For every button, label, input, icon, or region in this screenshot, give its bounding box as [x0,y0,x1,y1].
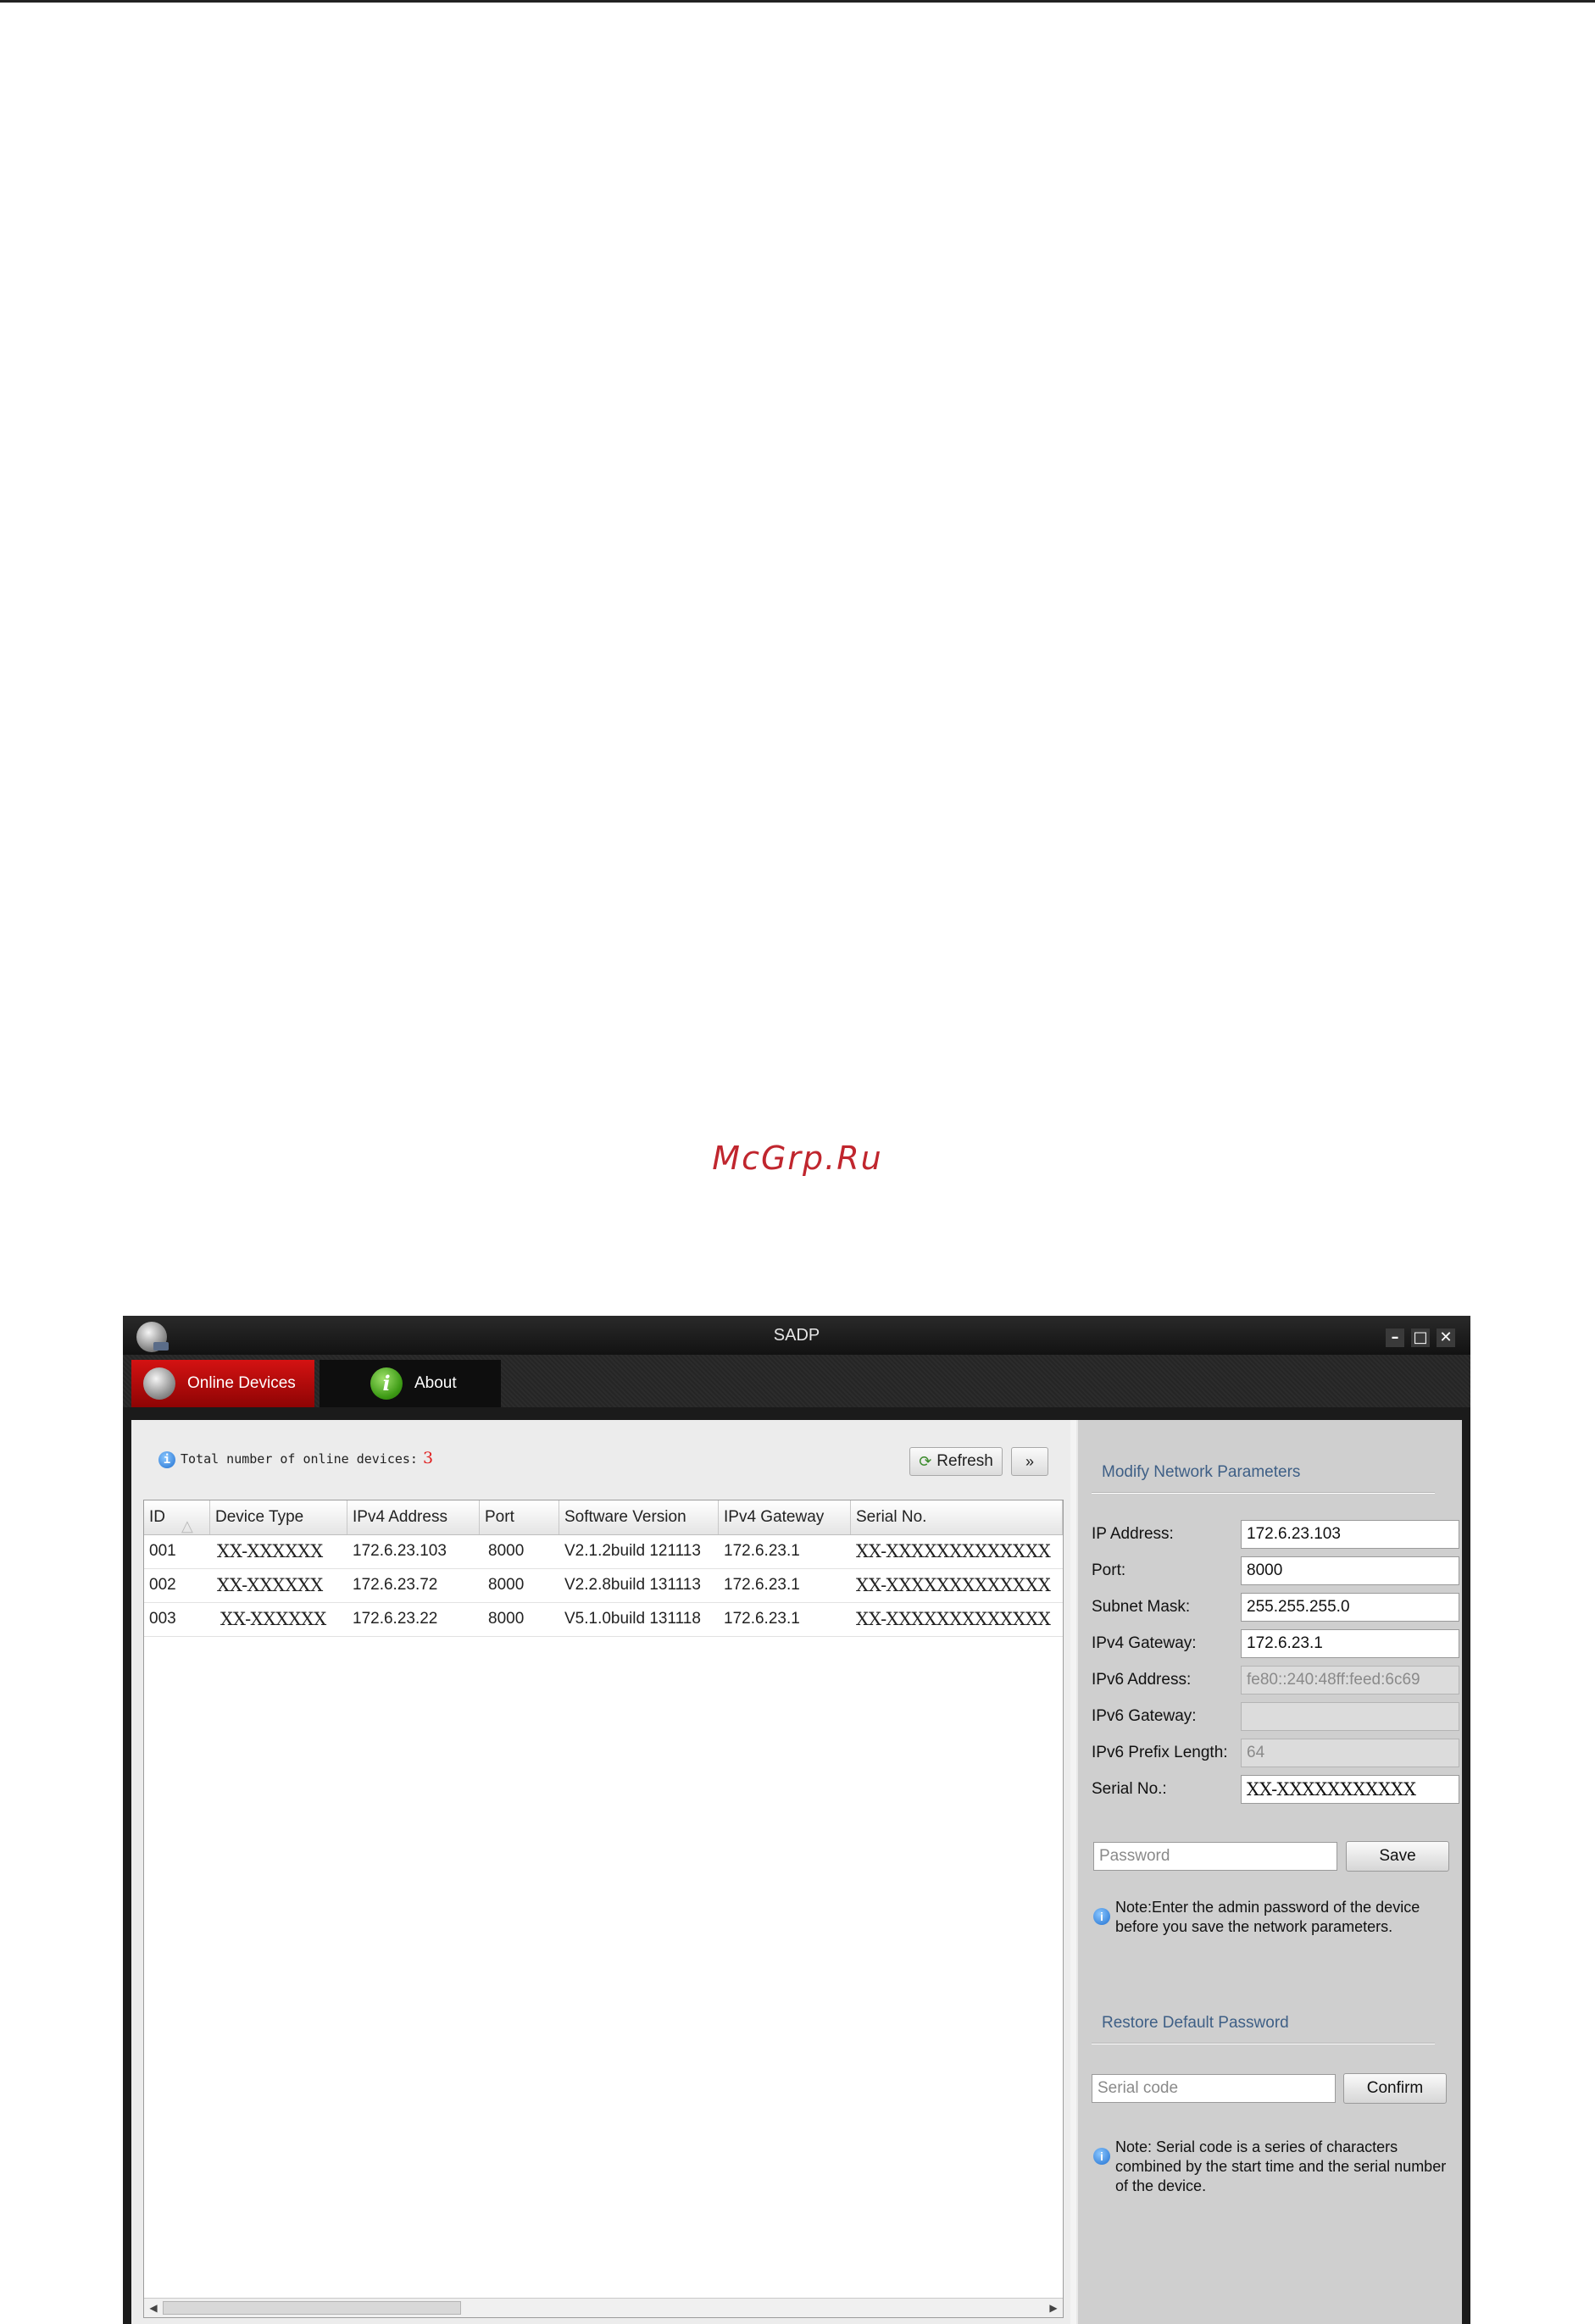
maximize-button[interactable]: □ [1411,1328,1430,1347]
window-title: SADP [773,1326,820,1345]
watermark: McGrp.Ru [712,1140,883,1177]
title-bar[interactable]: SADP – □ ✕ [123,1316,1470,1355]
save-button[interactable]: Save [1346,1841,1449,1872]
horizontal-scrollbar[interactable]: ◀ ▶ [144,2298,1063,2317]
cell-software-version: V2.1.2build 121113 [564,1542,701,1560]
window-controls: – □ ✕ [1386,1328,1455,1347]
cell-id: 002 [149,1576,176,1594]
subnet-mask-label: Subnet Mask: [1092,1598,1191,1616]
ipv4-gateway-label: IPv4 Gateway: [1092,1634,1197,1652]
ipv6-address-label: IPv6 Address: [1092,1671,1192,1689]
tab-online-devices[interactable]: Online Devices [131,1360,314,1407]
cell-port: 8000 [488,1542,525,1560]
serial-no-field[interactable]: XX-XXXXXXXXXXX [1241,1775,1459,1804]
tab-bar: Online Devices i About [123,1355,1470,1407]
online-device-count: i Total number of online devices: 3 [158,1449,433,1468]
port-field[interactable]: 8000 [1241,1556,1459,1585]
tab-about-label: About [414,1374,457,1392]
cell-ipv4-gateway: 172.6.23.1 [724,1610,800,1628]
table-row[interactable]: 002 XX-XXXXXX 172.6.23.72 8000 V2.2.8bui… [144,1568,1063,1603]
cell-device-type: XX-XXXXXX [220,1609,327,1629]
cell-serial-no: XX-XXXXXXXXXXXXX [856,1541,1051,1561]
modify-network-title: Modify Network Parameters [1102,1463,1301,1481]
info-icon: i [158,1450,175,1468]
ipv6-prefix-length-field: 64 [1241,1739,1459,1767]
expand-button[interactable]: » [1011,1447,1048,1476]
minimize-button[interactable]: – [1386,1328,1404,1347]
cell-ipv4-gateway: 172.6.23.1 [724,1542,800,1560]
refresh-button[interactable]: ⟳ Refresh [909,1447,1003,1476]
tab-about[interactable]: i About [320,1360,501,1407]
device-table: ID △ Device Type IPv4 Address Port Softw… [143,1500,1064,2318]
page-top-rule [0,0,1595,3]
network-parameters-pane: Modify Network Parameters IP Address: 17… [1076,1420,1462,2324]
online-devices-icon [143,1367,175,1400]
column-header-label: ID [149,1508,165,1526]
sadp-window: SADP – □ ✕ Online Devices i About i Total… [123,1316,1470,2324]
table-header: ID △ Device Type IPv4 Address Port Softw… [144,1500,1063,1535]
ip-address-field[interactable]: 172.6.23.103 [1241,1520,1459,1549]
ipv6-gateway-label: IPv6 Gateway: [1092,1707,1197,1725]
refresh-label: Refresh [936,1452,993,1470]
ipv6-prefix-length-label: IPv6 Prefix Length: [1092,1744,1228,1761]
subnet-mask-field[interactable]: 255.255.255.0 [1241,1593,1459,1622]
cell-serial-no: XX-XXXXXXXXXXXXX [856,1609,1051,1629]
main-content: i Total number of online devices: 3 ⟳ Refr… [131,1420,1462,2324]
confirm-button[interactable]: Confirm [1343,2073,1447,2104]
about-info-icon: i [370,1367,403,1400]
cell-device-type: XX-XXXXXX [217,1541,324,1561]
cell-id: 001 [149,1542,176,1560]
cell-device-type: XX-XXXXXX [217,1575,324,1595]
serial-code-field[interactable]: Serial code [1092,2074,1336,2103]
ipv6-address-field: fe80::240:48ff:feed:6c69 [1241,1666,1459,1694]
serial-no-label: Serial No.: [1092,1780,1167,1798]
serial-code-note: i Note: Serial code is a series of chara… [1093,2138,1458,2196]
ip-address-label: IP Address: [1092,1525,1174,1543]
scroll-left-arrow-icon[interactable]: ◀ [146,2300,161,2316]
tab-online-devices-label: Online Devices [187,1374,296,1392]
refresh-icon: ⟳ [919,1452,932,1470]
ipv6-gateway-field [1241,1702,1459,1731]
column-header-id[interactable]: ID △ [144,1500,210,1534]
cell-port: 8000 [488,1610,525,1628]
cell-id: 003 [149,1610,176,1628]
cell-serial-no: XX-XXXXXXXXXXXXX [856,1575,1051,1595]
password-note-text: Note:Enter the admin password of the dev… [1115,1899,1420,1935]
cell-port: 8000 [488,1576,525,1594]
cell-ipv4-address: 172.6.23.72 [353,1576,438,1594]
password-field[interactable]: Password [1093,1842,1337,1871]
column-header-serial-no[interactable]: Serial No. [851,1500,1063,1534]
cell-software-version: V2.2.8build 131113 [564,1576,701,1594]
scrollbar-thumb[interactable] [163,2301,461,2315]
port-label: Port: [1092,1561,1126,1579]
cell-software-version: V5.1.0build 131118 [564,1610,701,1628]
device-list-pane: i Total number of online devices: 3 ⟳ Refr… [131,1420,1070,2324]
restore-password-title: Restore Default Password [1102,2014,1289,2032]
divider [1092,2043,1435,2044]
info-icon: i [1093,2148,1110,2165]
password-note: i Note:Enter the admin password of the d… [1093,1898,1458,1937]
cell-ipv4-address: 172.6.23.103 [353,1542,447,1560]
close-button[interactable]: ✕ [1437,1328,1455,1347]
column-header-ipv4-address[interactable]: IPv4 Address [347,1500,480,1534]
scroll-right-arrow-icon[interactable]: ▶ [1046,2300,1061,2316]
total-label: Total number of online devices: [181,1451,418,1467]
column-header-ipv4-gateway[interactable]: IPv4 Gateway [719,1500,851,1534]
divider [1092,1492,1435,1494]
cell-ipv4-gateway: 172.6.23.1 [724,1576,800,1594]
column-header-device-type[interactable]: Device Type [210,1500,347,1534]
table-row[interactable]: 001 XX-XXXXXX 172.6.23.103 8000 V2.1.2bu… [144,1534,1063,1569]
ipv4-gateway-field[interactable]: 172.6.23.1 [1241,1629,1459,1658]
table-row[interactable]: 003 XX-XXXXXX 172.6.23.22 8000 V5.1.0bui… [144,1602,1063,1637]
info-icon: i [1093,1908,1110,1925]
serial-code-note-text: Note: Serial code is a series of charact… [1115,2138,1447,2194]
total-count: 3 [422,1449,434,1467]
cell-ipv4-address: 172.6.23.22 [353,1610,438,1628]
column-header-software-version[interactable]: Software Version [559,1500,719,1534]
column-header-port[interactable]: Port [480,1500,559,1534]
